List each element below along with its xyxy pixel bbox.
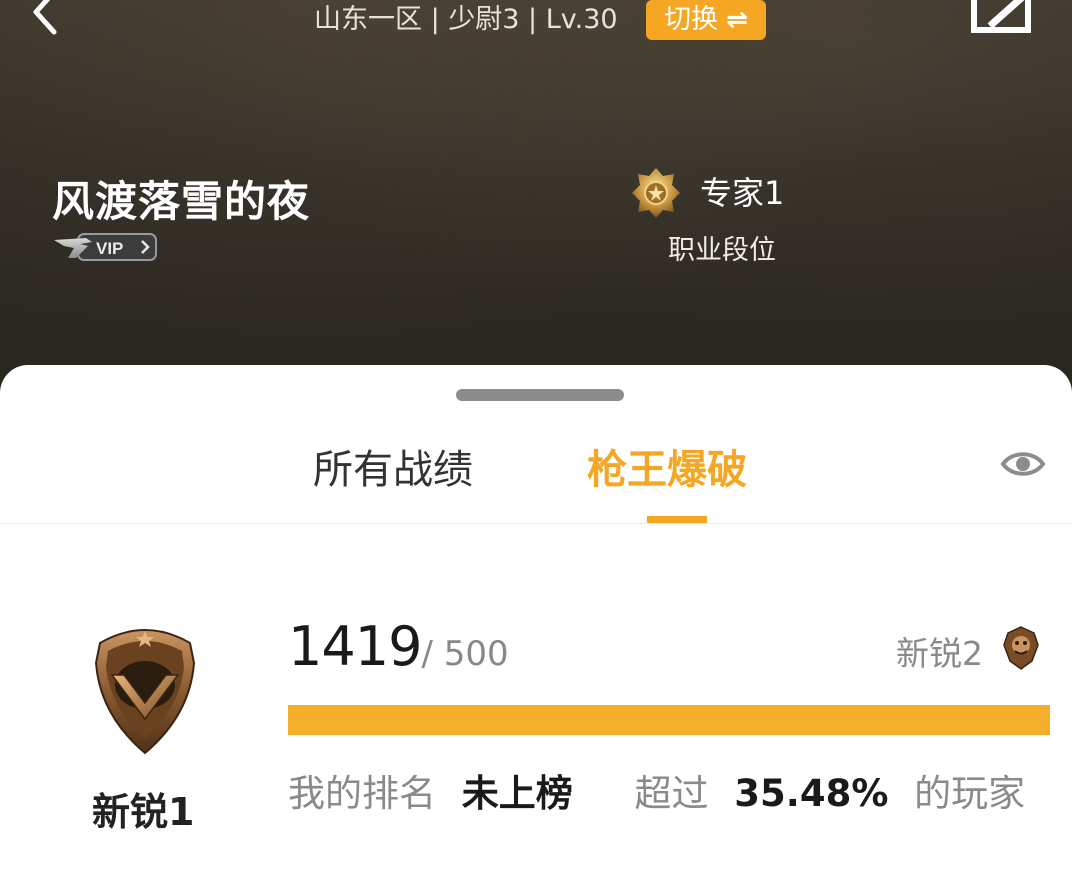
swap-icon: ⇌ [726,5,748,35]
players-label: 的玩家 [914,772,1026,815]
score-max: / 500 [421,634,509,674]
profile-header: 山东一区 | 少尉3 | Lv.30 切换 ⇌ 风渡落雪的夜 VIP 专家1 职… [0,0,1072,420]
drag-handle[interactable] [456,389,624,401]
tab-gun-king[interactable]: 枪王爆破 [587,437,747,495]
switch-button[interactable]: 切换 ⇌ [646,0,766,40]
back-icon[interactable] [24,0,72,36]
next-rank-name: 新锐2 [896,634,983,673]
edit-icon[interactable] [968,0,1034,36]
pro-medal-icon [632,168,680,218]
rank-emblem-icon [94,629,196,755]
score-current: 1419 [288,615,422,678]
stats-sheet: 所有战绩 枪王爆破 新锐1 1419/ 500 新锐2 我的排名 未上榜 超过 … [0,365,1072,877]
tab-all-records[interactable]: 所有战绩 [313,437,473,495]
vip-badge-icon[interactable]: VIP [52,232,158,262]
rank-progress-bar [288,705,1050,735]
pro-rank[interactable]: 专家1 [700,168,784,214]
rank-score: 1419/ 500 [288,615,509,678]
username: 风渡落雪的夜 [52,177,311,226]
eye-icon[interactable] [1000,447,1046,481]
rank-progress-fill [288,705,1050,735]
server-info: 山东一区 | 少尉3 | Lv.30 [314,4,618,35]
tab-divider [0,523,1072,524]
rank-stats-line: 我的排名 未上榜 超过 35.48% 的玩家 [288,763,1025,817]
switch-label: 切换 [664,4,719,35]
current-rank-name: 新锐1 [92,790,195,834]
vip-label: VIP [96,239,123,258]
exceed-value: 35.48% [734,772,889,815]
exceed-label: 超过 [634,772,709,815]
pro-rank-label: 职业段位 [668,235,776,266]
next-rank-emblem-icon [1003,626,1039,670]
my-rank-value: 未上榜 [461,772,573,815]
my-rank-label: 我的排名 [288,772,436,815]
